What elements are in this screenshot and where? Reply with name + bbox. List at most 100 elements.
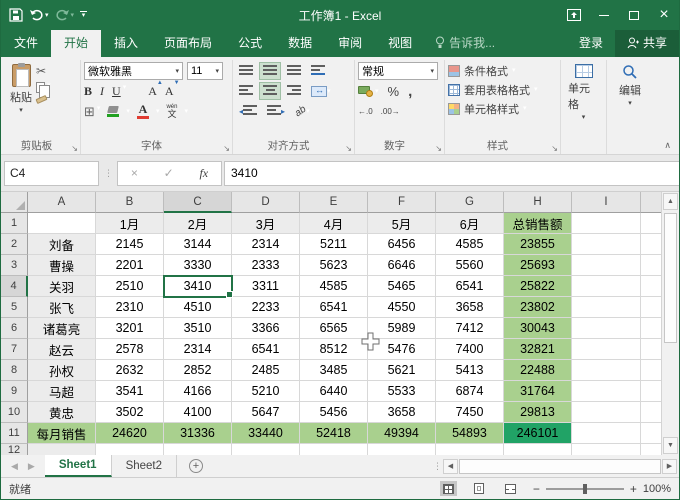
align-top-button[interactable] <box>236 63 256 79</box>
cell-B9[interactable]: 3541 <box>96 381 164 402</box>
cell-I7[interactable] <box>572 339 641 360</box>
format-as-table-button[interactable]: 套用表格格式▾ <box>448 80 557 99</box>
cut-button[interactable]: ✂ <box>36 64 51 78</box>
cell-I12[interactable] <box>572 444 641 455</box>
cell-H1[interactable]: 总销售额 <box>504 213 572 234</box>
increase-indent-button[interactable]: ▸ <box>264 103 288 119</box>
column-header-G[interactable]: G <box>436 192 504 213</box>
cell-D3[interactable]: 2333 <box>232 255 300 276</box>
fill-color-button[interactable] <box>107 106 119 117</box>
cell-H9[interactable]: 31764 <box>504 381 572 402</box>
close-button[interactable]: × <box>649 0 679 30</box>
cell-C8[interactable]: 2852 <box>164 360 232 381</box>
cell-D12[interactable] <box>232 444 300 455</box>
cancel-entry-button[interactable]: × <box>131 166 138 180</box>
cell-F11[interactable]: 49394 <box>368 423 436 444</box>
row-header-6[interactable]: 6 <box>1 318 28 339</box>
cell-E12[interactable] <box>300 444 368 455</box>
cell-I4[interactable] <box>572 276 641 297</box>
chevron-down-icon[interactable]: ▾ <box>45 12 49 19</box>
sheetbar-grab-handle[interactable]: ⋮ <box>433 461 441 472</box>
insert-function-button[interactable]: fx <box>199 166 208 181</box>
conditional-formatting-button[interactable]: 条件格式▾ <box>448 61 557 80</box>
cell-G5[interactable]: 3658 <box>436 297 504 318</box>
cell-E11[interactable]: 52418 <box>300 423 368 444</box>
editing-button[interactable]: 编辑 ▾ <box>610 61 650 110</box>
cell-G3[interactable]: 5560 <box>436 255 504 276</box>
formula-bar-grab-handle[interactable]: ⋮ <box>99 168 117 179</box>
number-format-combo[interactable]: 常规▾ <box>358 62 438 80</box>
font-color-button[interactable]: A <box>137 103 149 119</box>
cell-E1[interactable]: 4月 <box>300 213 368 234</box>
tab-审阅[interactable]: 审阅 <box>325 29 375 57</box>
cell-G11[interactable]: 54893 <box>436 423 504 444</box>
cell-F12[interactable] <box>368 444 436 455</box>
cell-I8[interactable] <box>572 360 641 381</box>
cell-F1[interactable]: 5月 <box>368 213 436 234</box>
minimize-button[interactable] <box>589 0 619 30</box>
cell-F3[interactable]: 6646 <box>368 255 436 276</box>
column-header-I[interactable]: I <box>572 192 641 213</box>
cell-B4[interactable]: 2510 <box>96 276 164 297</box>
phonetic-guide-button[interactable]: wén文 <box>166 104 177 119</box>
cell-G10[interactable]: 7450 <box>436 402 504 423</box>
tab-插入[interactable]: 插入 <box>101 29 151 57</box>
tab-file[interactable]: 文件 <box>1 29 51 57</box>
column-header-E[interactable]: E <box>300 192 368 213</box>
cell-H8[interactable]: 22488 <box>504 360 572 381</box>
cell-A2[interactable]: 刘备 <box>28 234 96 255</box>
cell-I9[interactable] <box>572 381 641 402</box>
cell-B8[interactable]: 2632 <box>96 360 164 381</box>
increase-decimal-button[interactable]: ←.0 <box>358 107 373 116</box>
cell-C5[interactable]: 4510 <box>164 297 232 318</box>
cell-A11[interactable]: 每月销售 <box>28 423 96 444</box>
cell-F8[interactable]: 5621 <box>368 360 436 381</box>
cell-E4[interactable]: 4585 <box>300 276 368 297</box>
cell-B1[interactable]: 1月 <box>96 213 164 234</box>
ribbon-display-options-button[interactable] <box>559 0 589 30</box>
cell-F2[interactable]: 6456 <box>368 234 436 255</box>
page-layout-view-button[interactable] <box>471 481 488 496</box>
cell-E9[interactable]: 6440 <box>300 381 368 402</box>
formula-input[interactable]: 3410 <box>224 161 679 186</box>
cell-C1[interactable]: 2月 <box>164 213 232 234</box>
orientation-button[interactable]: ab▾ <box>292 104 313 119</box>
chevron-down-icon[interactable]: ▾ <box>156 108 160 115</box>
column-header-F[interactable]: F <box>368 192 436 213</box>
cell-H2[interactable]: 23855 <box>504 234 572 255</box>
cell-A5[interactable]: 张飞 <box>28 297 96 318</box>
tab-视图[interactable]: 视图 <box>375 29 425 57</box>
horizontal-scrollbar[interactable]: ◀ ▶ <box>441 455 679 477</box>
cell-H4[interactable]: 25822 <box>504 276 572 297</box>
cell-styles-button[interactable]: 单元格样式▾ <box>448 99 557 118</box>
save-button[interactable] <box>9 8 23 22</box>
maximize-button[interactable] <box>619 0 649 30</box>
scroll-up-icon[interactable]: ▲ <box>663 193 678 210</box>
cell-H10[interactable]: 29813 <box>504 402 572 423</box>
collapse-ribbon-button[interactable]: ∧ <box>664 140 671 151</box>
comma-style-button[interactable]: , <box>408 83 412 100</box>
column-header-C[interactable]: C <box>164 192 232 213</box>
cell-B6[interactable]: 3201 <box>96 318 164 339</box>
cell-G2[interactable]: 4585 <box>436 234 504 255</box>
row-header-4[interactable]: 4 <box>1 276 28 297</box>
zoom-slider-thumb[interactable] <box>583 484 587 494</box>
cell-B10[interactable]: 3502 <box>96 402 164 423</box>
cell-A6[interactable]: 诸葛亮 <box>28 318 96 339</box>
cell-F6[interactable]: 5989 <box>368 318 436 339</box>
cell-D1[interactable]: 3月 <box>232 213 300 234</box>
align-right-button[interactable] <box>284 83 304 99</box>
cell-C9[interactable]: 4166 <box>164 381 232 402</box>
cell-F5[interactable]: 4550 <box>368 297 436 318</box>
align-bottom-button[interactable] <box>284 63 304 79</box>
row-header-10[interactable]: 10 <box>1 402 28 423</box>
italic-button[interactable]: I <box>100 84 104 99</box>
cell-A1[interactable] <box>28 213 96 234</box>
row-header-8[interactable]: 8 <box>1 360 28 381</box>
new-sheet-button[interactable]: + <box>189 459 203 473</box>
row-header-9[interactable]: 9 <box>1 381 28 402</box>
decrease-indent-button[interactable]: ◂ <box>236 103 260 119</box>
customize-qat-button[interactable]: ▾ <box>80 11 87 19</box>
borders-button[interactable]: ⊞▾ <box>84 105 100 118</box>
next-sheet-icon[interactable]: ▶ <box>28 461 35 472</box>
